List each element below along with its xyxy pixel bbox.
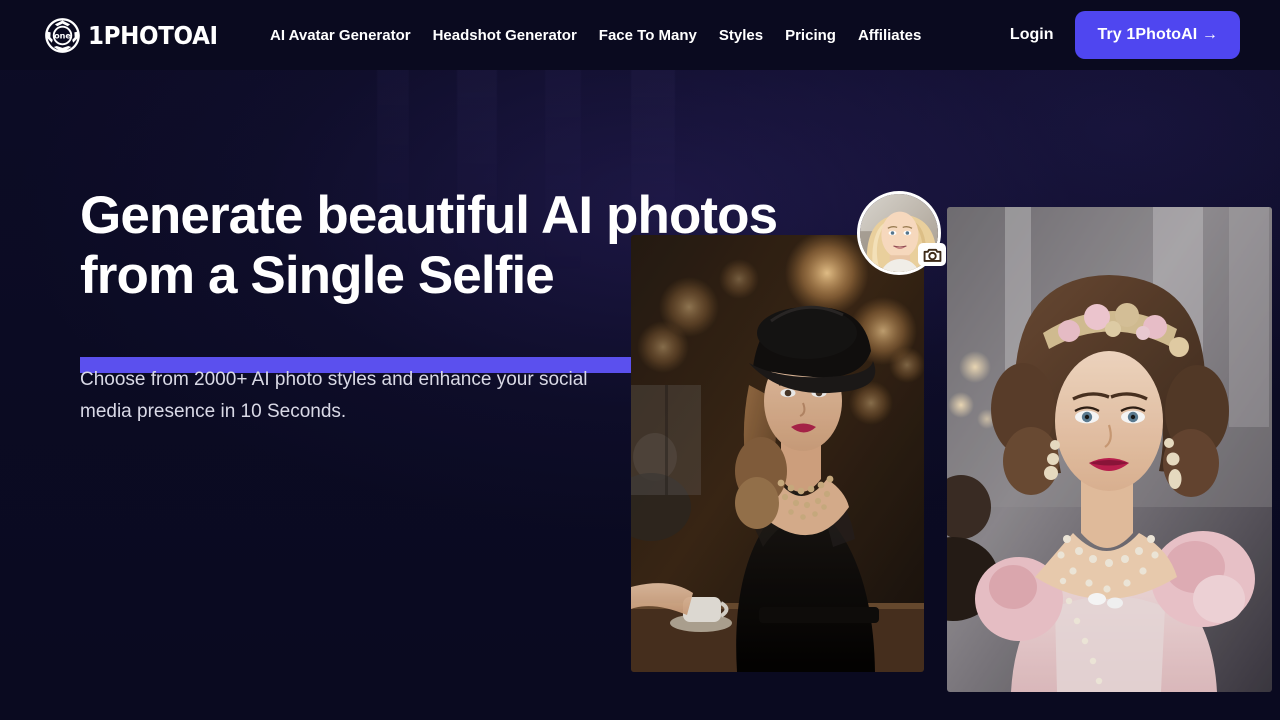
main-nav: AI Avatar Generator Headshot Generator F… (259, 20, 932, 51)
page-title: Generate beautiful AI photos from a Sing… (80, 186, 780, 306)
brand-logo[interactable]: one 1PHOTOAI (44, 17, 229, 54)
avatar[interactable] (857, 191, 946, 275)
try-1photoai-button[interactable]: Try 1PhotoAI → (1075, 11, 1240, 59)
camera-icon (918, 243, 946, 266)
header-actions: Login Try 1PhotoAI → (1010, 11, 1240, 59)
nav-link-headshot-generator[interactable]: Headshot Generator (422, 20, 588, 51)
hero-photo-2[interactable] (947, 207, 1272, 692)
nav-link-ai-avatar-generator[interactable]: AI Avatar Generator (259, 20, 422, 51)
hero-section: Generate beautiful AI photos from a Sing… (0, 70, 1280, 720)
nav-link-face-to-many[interactable]: Face To Many (588, 20, 708, 51)
nav-link-affiliates[interactable]: Affiliates (847, 20, 932, 51)
site-header: one 1PHOTOAI AI Avatar Generator Headsho… (0, 0, 1280, 70)
brand-name: 1PHOTOAI (88, 20, 218, 50)
page-title-line-1: Generate beautiful AI photos (80, 186, 778, 245)
hero-copy: Generate beautiful AI photos from a Sing… (80, 186, 780, 306)
nav-link-pricing[interactable]: Pricing (774, 20, 847, 51)
login-link[interactable]: Login (1010, 26, 1054, 44)
svg-text:one: one (54, 30, 71, 40)
nav-link-styles[interactable]: Styles (708, 20, 774, 51)
aperture-icon: one (44, 17, 81, 54)
hero-subtitle: Choose from 2000+ AI photo styles and en… (80, 369, 588, 422)
page-title-line-2: from a Single Selfie (80, 246, 555, 305)
